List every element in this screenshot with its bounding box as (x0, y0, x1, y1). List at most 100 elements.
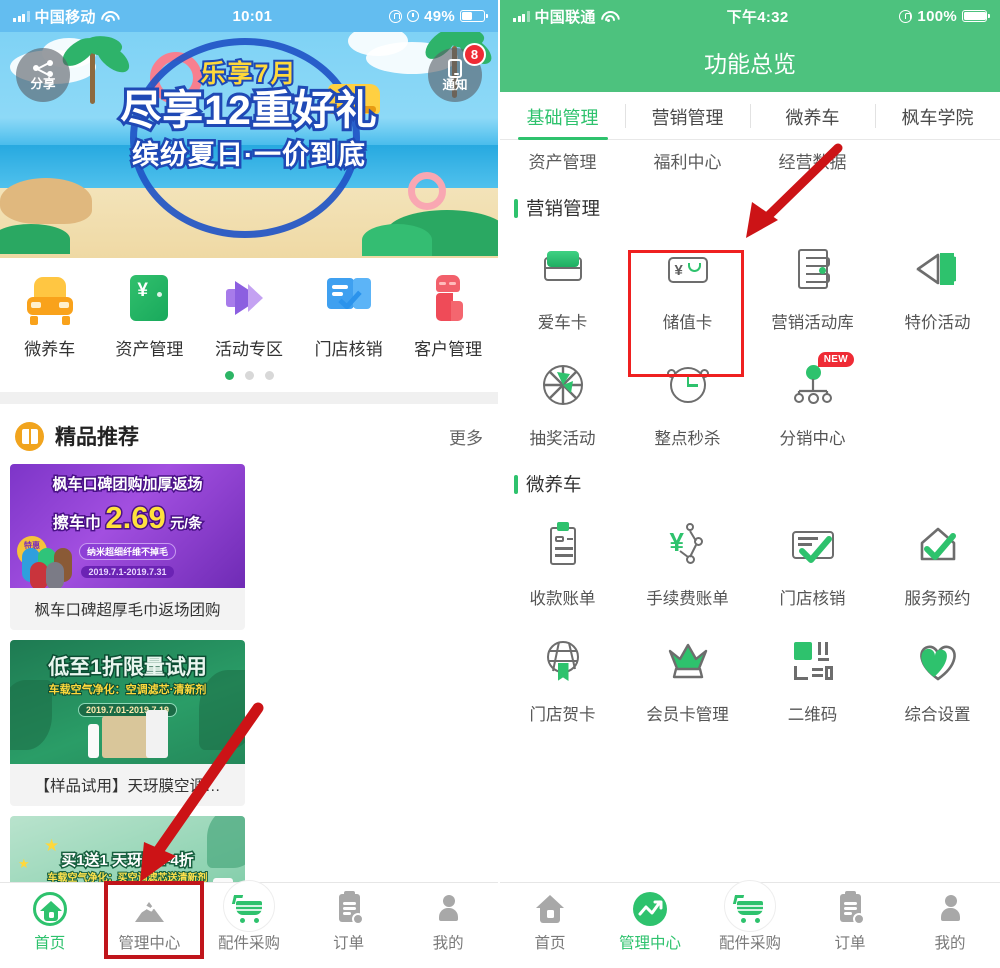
battery-icon (460, 10, 488, 22)
tab-marketing-management[interactable]: 营销管理 (625, 92, 750, 139)
greeting-card-icon (537, 635, 589, 687)
quicknav-item-customer[interactable]: 客户管理 (398, 273, 498, 360)
wifi-icon (601, 11, 616, 23)
notification-button-label: 通知 (442, 77, 468, 92)
grid-item-label: 分销中心 (779, 430, 846, 448)
tab-parts-purchase[interactable]: 配件采购 (700, 880, 800, 953)
tab-label: 管理中心 (618, 935, 681, 952)
notification-button[interactable]: 通知 8 (428, 43, 486, 102)
tab-label: 配件采购 (217, 935, 280, 952)
tab-home[interactable]: 首页 (0, 892, 100, 953)
fee-node-icon: ¥ (662, 519, 714, 571)
signal-icon (513, 10, 530, 22)
grid-item-aichekab[interactable]: 爱车卡 (500, 227, 625, 343)
tab-parts-purchase[interactable]: 配件采购 (199, 880, 299, 953)
grid-item-label: 收款账单 (529, 590, 596, 608)
tab-label: 微养车 (785, 108, 840, 128)
quicknav-label: 门店核销 (314, 340, 383, 359)
promo-banner[interactable]: 乐享7月 尽享12重好礼 缤纷夏日·一价到底 分享 通知 8 (0, 32, 498, 258)
subtab-asset-management[interactable]: 资产管理 (500, 148, 625, 173)
battery-percent-label: 49% (424, 7, 455, 25)
grid-item-placeholder (875, 343, 1000, 459)
tab-label: 我的 (934, 935, 966, 952)
share-icon (33, 59, 53, 77)
grid-item-label: 门店贺卡 (529, 706, 596, 724)
quicknav-label: 资产管理 (115, 340, 184, 359)
product-subtitle: 纳米超细纤维不掉毛 (78, 543, 176, 560)
quick-nav: 微养车 ¥ 资产管理 活动专区 门店核销 客户管理 (0, 258, 498, 392)
tab-mine[interactable]: 我的 (398, 892, 498, 953)
annotation-arrow (746, 143, 843, 238)
notification-icon (448, 58, 462, 78)
tab-orders[interactable]: 订单 (800, 891, 900, 953)
carrier-label: 中国联通 (534, 8, 596, 26)
carousel-dots[interactable] (0, 360, 498, 384)
right-bottom-nav: 首页 管理中心 配件采购 订单 我的 (500, 880, 1000, 968)
grid-item-lottery[interactable]: 抽奖活动 (500, 343, 625, 459)
megaphone-icon (912, 243, 964, 295)
battery-icon (962, 10, 990, 22)
carousel-dot[interactable] (264, 371, 274, 380)
carousel-dot[interactable] (224, 371, 234, 380)
heart-settings-icon (912, 635, 964, 687)
tab-basic-management[interactable]: 基础管理 (500, 92, 625, 140)
battery-percent-label: 100% (917, 7, 957, 25)
clipboard-check-icon (332, 891, 366, 926)
tab-management-center[interactable]: 管理中心 (600, 892, 700, 953)
tab-label: 订单 (333, 935, 365, 952)
tab-home[interactable]: 首页 (500, 892, 600, 953)
quicknav-item-weiyangche[interactable]: 微养车 (0, 273, 100, 360)
clipboard-check-icon (833, 891, 867, 926)
quicknav-item-assets[interactable]: ¥ 资产管理 (100, 273, 200, 360)
grid-item-service-booking[interactable]: 服务预约 (875, 503, 1000, 619)
rotation-lock-icon (899, 9, 913, 23)
tab-label: 我的 (432, 935, 464, 952)
recommend-header: 精品推荐 更多 (0, 404, 498, 464)
ticket-check-icon (323, 273, 375, 325)
grid-item-fee-bills[interactable]: ¥ 手续费账单 (625, 503, 750, 619)
grid-item-general-settings[interactable]: 综合设置 (875, 619, 1000, 735)
grid-item-label: 二维码 (787, 706, 838, 724)
chart-icon (633, 892, 667, 926)
product-price: 2.69 (104, 499, 167, 537)
play-icon (223, 273, 275, 325)
share-button[interactable]: 分享 (16, 48, 70, 102)
quicknav-label: 活动专区 (214, 340, 283, 359)
grid-item-label: 会员卡管理 (646, 706, 729, 724)
tab-label: 枫车学院 (901, 108, 974, 128)
grid-item-qr-code[interactable]: 二维码 (750, 619, 875, 735)
clock-label: 下午4:32 (726, 8, 789, 26)
grid-item-greeting-card[interactable]: 门店贺卡 (500, 619, 625, 735)
section-accent-bar (514, 474, 518, 494)
tab-orders[interactable]: 订单 (299, 891, 399, 953)
category-tabs: 基础管理 营销管理 微养车 枫车学院 (500, 92, 1000, 140)
car-icon (24, 273, 76, 325)
quicknav-item-activity[interactable]: 活动专区 (199, 273, 299, 360)
left-bottom-nav: 首页 管理中心 配件采购 订单 我的 (0, 880, 498, 968)
quicknav-item-verify[interactable]: 门店核销 (299, 273, 399, 360)
product-card[interactable]: 枫车口碑团购加厚返场 擦车巾 2.69 元/条 纳米超细纤维不掉毛 2019.7… (10, 464, 245, 630)
grid-item-label: 门店核销 (779, 590, 846, 608)
grid-item-label: 爱车卡 (537, 314, 588, 332)
section-header-weiyangche: 微养车 (500, 459, 1000, 503)
grid-item-special-offer[interactable]: 特价活动 (875, 227, 1000, 343)
grid-item-distribution-center[interactable]: NEW 分销中心 (750, 343, 875, 459)
tab-fengche-academy[interactable]: 枫车学院 (875, 92, 1000, 139)
product-subtitle: 车载空气净化：空调滤芯·清新剂 (48, 683, 208, 697)
more-link[interactable]: 更多 (449, 424, 483, 449)
tab-mine[interactable]: 我的 (900, 892, 1000, 953)
grid-item-label: 特价活动 (904, 314, 971, 332)
cart-icon (724, 880, 776, 932)
tab-weiyangche[interactable]: 微养车 (750, 92, 875, 139)
grid-item-member-card[interactable]: 会员卡管理 (625, 619, 750, 735)
grid-item-store-verify[interactable]: 门店核销 (750, 503, 875, 619)
carousel-dot[interactable] (244, 371, 254, 380)
notification-badge: 8 (463, 43, 486, 66)
share-button-label: 分享 (30, 76, 56, 91)
annotation-highlight-box-stored-value-card (628, 250, 744, 377)
grid-item-payment-bills[interactable]: 收款账单 (500, 503, 625, 619)
section-title: 营销管理 (526, 198, 601, 219)
book-icon (15, 421, 44, 451)
product-banner-title: 低至1折限量试用 (47, 654, 209, 680)
campaign-library-icon (787, 243, 839, 295)
